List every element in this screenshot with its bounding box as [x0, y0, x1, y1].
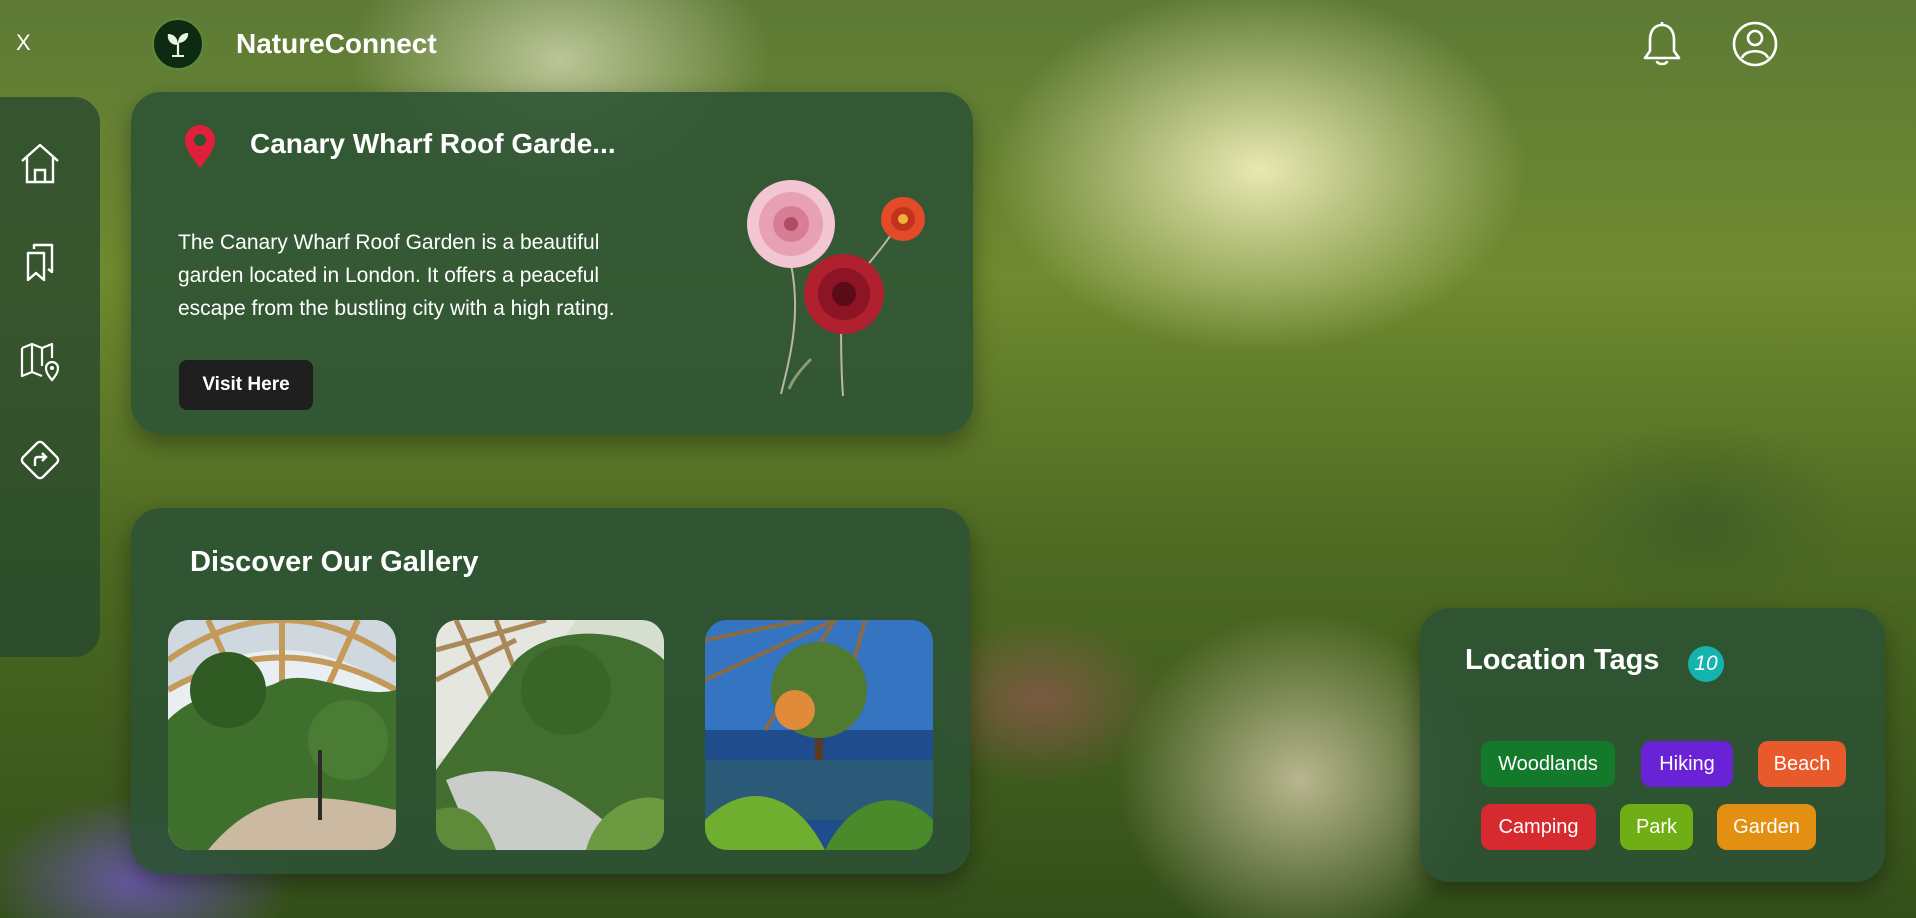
tag-hiking[interactable]: Hiking	[1641, 741, 1733, 787]
tags-count-badge: 10	[1688, 646, 1724, 682]
gallery-image-3[interactable]	[705, 620, 933, 850]
flowers-illustration	[731, 164, 931, 409]
gallery-panel: Discover Our Gallery	[131, 508, 970, 874]
brand: NatureConnect	[152, 18, 437, 70]
user-circle-icon[interactable]	[1731, 20, 1779, 73]
tag-park[interactable]: Park	[1620, 804, 1693, 850]
directions-icon[interactable]	[16, 436, 64, 484]
gallery-image-2[interactable]	[436, 620, 664, 850]
app-name: NatureConnect	[236, 28, 437, 59]
gallery-title: Discover Our Gallery	[190, 546, 479, 578]
tag-camping[interactable]: Camping	[1481, 804, 1596, 850]
visit-here-button[interactable]: Visit Here	[179, 360, 313, 410]
tag-woodlands[interactable]: Woodlands	[1481, 741, 1615, 787]
map-pin-icon[interactable]	[16, 337, 64, 385]
home-icon[interactable]	[16, 139, 64, 187]
tags-title: Location Tags	[1465, 644, 1660, 676]
location-tags-panel: Location Tags 10 Woodlands Hiking Beach …	[1420, 608, 1885, 882]
sidebar	[0, 97, 100, 657]
location-description: The Canary Wharf Roof Garden is a beauti…	[178, 231, 615, 320]
tag-beach[interactable]: Beach	[1758, 741, 1846, 787]
bookmarks-icon[interactable]	[16, 238, 64, 286]
gallery-image-1[interactable]	[168, 620, 396, 850]
leaf-logo-icon	[152, 18, 204, 70]
bell-icon[interactable]	[1641, 20, 1683, 73]
location-pin-icon	[183, 124, 217, 175]
featured-location-card: Canary Wharf Roof Garde... The Canary Wh…	[131, 92, 973, 434]
tag-garden[interactable]: Garden	[1717, 804, 1816, 850]
location-title: Canary Wharf Roof Garde...	[250, 128, 616, 159]
close-button[interactable]: X	[16, 30, 31, 56]
